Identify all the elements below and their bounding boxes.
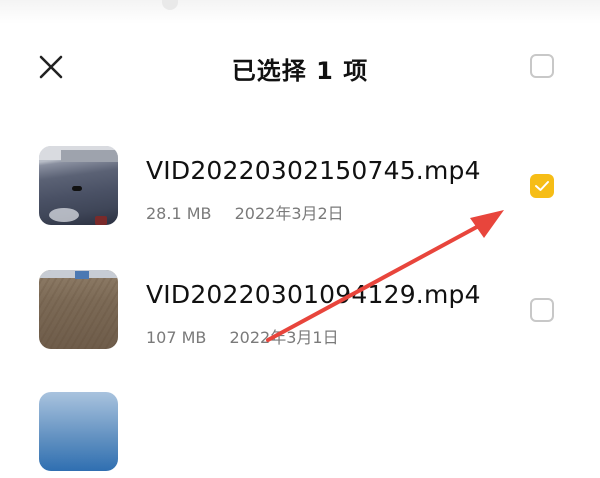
status-remnant xyxy=(162,0,178,10)
video-thumbnail xyxy=(39,270,118,349)
file-meta: 28.1 MB 2022年3月2日 xyxy=(146,200,344,224)
file-list-item[interactable]: VID20220301094129.mp4 107 MB 2022年3月1日 xyxy=(0,270,600,356)
file-checkbox-checked[interactable] xyxy=(530,174,554,198)
file-size: 28.1 MB xyxy=(146,204,212,223)
top-edge-remnant xyxy=(0,0,600,24)
file-meta: 107 MB 2022年3月1日 xyxy=(146,324,339,348)
checkmark-icon xyxy=(535,181,549,191)
file-checkbox[interactable] xyxy=(530,298,554,322)
file-date: 2022年3月1日 xyxy=(229,328,339,347)
file-list-item[interactable] xyxy=(0,392,600,478)
file-size: 107 MB xyxy=(146,328,207,347)
file-list-item[interactable]: VID20220302150745.mp4 28.1 MB 2022年3月2日 xyxy=(0,146,600,232)
file-date: 2022年3月2日 xyxy=(234,204,344,223)
file-name: VID20220301094129.mp4 xyxy=(146,280,481,309)
video-thumbnail xyxy=(39,392,118,471)
page-title: 已选择 1 项 xyxy=(231,57,369,85)
select-all-checkbox[interactable] xyxy=(530,54,554,78)
selection-header: 已选择 1 项 xyxy=(0,40,600,94)
video-thumbnail xyxy=(39,146,118,225)
file-name: VID20220302150745.mp4 xyxy=(146,156,481,185)
